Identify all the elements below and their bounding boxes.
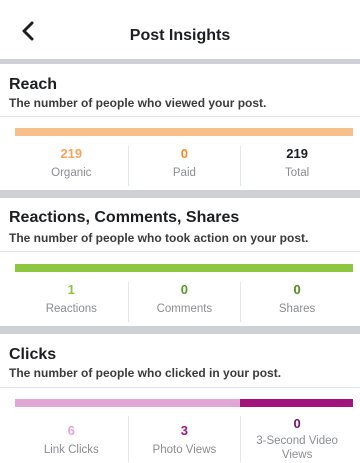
reactions-description: The number of people who took action on … — [9, 231, 309, 245]
page-title: Post Insights — [129, 27, 231, 44]
clicks-bar — [15, 399, 353, 407]
reactions-bar — [15, 264, 353, 272]
metric-total: 219 Total — [240, 146, 353, 186]
reach-rule — [0, 116, 360, 117]
metric-value: 6 — [67, 423, 75, 438]
reach-bar — [15, 128, 353, 136]
clicks-title: Clicks — [9, 346, 57, 363]
metric-value: 0 — [180, 282, 188, 297]
metric-shares: 0 Shares — [240, 282, 353, 322]
metric-label: Reactions — [45, 303, 97, 315]
metric-link-clicks: 6 Link Clicks — [15, 416, 128, 462]
metric-value: 219 — [286, 146, 308, 161]
metric-value: 0 — [293, 416, 301, 431]
metric-reactions: 1 Reactions — [15, 282, 128, 322]
bar-segment — [240, 399, 353, 407]
reactions-metrics: 1 Reactions 0 Comments 0 Shares — [15, 282, 353, 322]
bar-segment — [15, 264, 353, 272]
metric-organic: 219 Organic — [15, 146, 128, 186]
metric-value: 0 — [180, 146, 188, 161]
reach-title: Reach — [9, 76, 58, 93]
metric-label: Total — [284, 167, 310, 179]
metric-value: 3 — [180, 423, 188, 438]
reach-metrics: 219 Organic 0 Paid 219 Total — [15, 146, 353, 186]
metric-photo-views: 3 Photo Views — [127, 416, 241, 462]
metric-label: Paid — [172, 167, 196, 179]
section-divider — [0, 326, 360, 334]
section-divider — [0, 59, 360, 64]
reactions-title: Reactions, Comments, Shares — [9, 209, 240, 226]
metric-label: Shares — [278, 303, 316, 315]
reactions-rule — [0, 251, 360, 252]
metric-label: Organic — [51, 167, 92, 179]
bar-segment — [15, 399, 240, 407]
metric-value: 0 — [293, 282, 301, 297]
clicks-description: The number of people who clicked in your… — [9, 366, 282, 380]
bar-segment — [15, 128, 353, 136]
metric-label: Comments — [156, 303, 213, 315]
clicks-metrics: 6 Link Clicks 3 Photo Views 0 3-Second V… — [15, 416, 353, 462]
metric-value: 1 — [67, 282, 75, 297]
reach-description: The number of people who viewed your pos… — [9, 96, 267, 110]
clicks-rule — [0, 387, 360, 388]
metric-label: Link Clicks — [43, 444, 99, 456]
metric-label: Photo Views — [152, 444, 217, 456]
metric-paid: 0 Paid — [127, 146, 241, 186]
section-divider — [0, 190, 360, 198]
metric-value: 219 — [60, 146, 83, 161]
metric-comments: 0 Comments — [127, 282, 241, 322]
metric-label: 3-Second Video Views — [256, 435, 338, 461]
header-bar: Post Insights — [0, 0, 360, 58]
metric-video-views: 0 3-Second Video Views — [240, 416, 353, 462]
